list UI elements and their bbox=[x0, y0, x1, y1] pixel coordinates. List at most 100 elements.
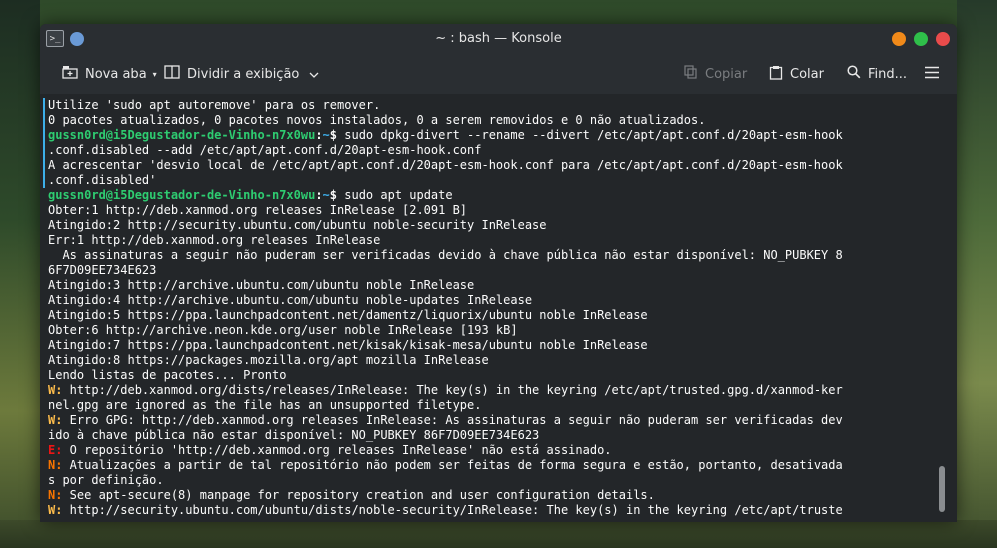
message-tag: W: bbox=[48, 413, 63, 427]
line-text: sudo apt update bbox=[337, 188, 453, 202]
split-view-button[interactable]: Dividir a exibição bbox=[164, 54, 319, 94]
prompt-user-host: gussn0rd@i5Degustador-de-Vinho-n7x0wu bbox=[48, 128, 316, 142]
line-text: Erro GPG: http://deb.xanmod.org releases… bbox=[62, 413, 843, 427]
line-text: Obter:6 http://archive.neon.kde.org/user… bbox=[48, 323, 518, 337]
line-text: Atingido:7 https://ppa.launchpadcontent.… bbox=[48, 338, 648, 352]
search-icon bbox=[847, 65, 861, 83]
desktop-wallpaper-bottom bbox=[0, 520, 997, 548]
line-text: .conf.disabled' bbox=[48, 173, 157, 187]
copy-icon bbox=[684, 65, 698, 83]
terminal-line: As assinaturas a seguir não puderam ser … bbox=[48, 248, 928, 263]
window-title: ~ : bash — Konsole bbox=[435, 31, 562, 46]
prompt-separator: : bbox=[315, 128, 323, 142]
line-text: Atingido:3 http://archive.ubuntu.com/ubu… bbox=[48, 278, 475, 292]
terminal-line: Atingido:3 http://archive.ubuntu.com/ubu… bbox=[48, 278, 928, 293]
message-tag: W: bbox=[48, 503, 63, 517]
terminal-line: N: Atualizações a partir de tal repositó… bbox=[48, 458, 928, 473]
line-text: As assinaturas a seguir não puderam ser … bbox=[48, 248, 843, 262]
terminal-view[interactable]: Utilize 'sudo apt autoremove' para os re… bbox=[40, 94, 957, 522]
terminal-line: Atingido:8 https://packages.mozilla.org/… bbox=[48, 353, 928, 368]
copy-button[interactable]: Copiar bbox=[684, 54, 747, 94]
prompt-path: ~ bbox=[322, 188, 330, 202]
prompt-dollar: $ bbox=[329, 128, 338, 142]
terminal-line: Atingido:2 http://security.ubuntu.com/ub… bbox=[48, 218, 928, 233]
maximize-button[interactable] bbox=[914, 32, 928, 46]
terminal-line: Err:1 http://deb.xanmod.org releases InR… bbox=[48, 233, 928, 248]
line-text: Atingido:5 https://ppa.launchpadcontent.… bbox=[48, 308, 648, 322]
find-label: Find... bbox=[868, 66, 908, 82]
terminal-line: 6F7D09EE734E623 bbox=[48, 263, 928, 278]
find-button[interactable]: Find... bbox=[847, 54, 907, 94]
line-text: Atualizações a partir de tal repositório… bbox=[62, 458, 843, 472]
terminal-line: gussn0rd@i5Degustador-de-Vinho-n7x0wu:~$… bbox=[48, 128, 928, 143]
paste-icon bbox=[769, 65, 783, 84]
terminal-line: ido à chave pública não estar disponível… bbox=[48, 428, 928, 443]
line-text: sudo dpkg-divert --rename --divert /etc/… bbox=[337, 128, 843, 142]
terminal-line: Utilize 'sudo apt autoremove' para os re… bbox=[48, 98, 928, 113]
message-tag: N: bbox=[48, 488, 63, 502]
terminal-line: W: Erro GPG: http://deb.xanmod.org relea… bbox=[48, 413, 928, 428]
message-tag: N: bbox=[48, 458, 63, 472]
prompt-separator: : bbox=[315, 188, 323, 202]
split-view-label: Dividir a exibição bbox=[187, 66, 300, 82]
terminal-line: s por definição. bbox=[48, 473, 928, 488]
new-tab-label: Nova aba bbox=[85, 66, 147, 82]
message-tag: W: bbox=[48, 383, 63, 397]
toolbar: Nova aba ▾ Dividir a exibição Copiar Col… bbox=[40, 54, 957, 94]
chevron-down-icon: ▾ bbox=[152, 69, 157, 79]
terminal-line: 0 pacotes atualizados, 0 pacotes novos i… bbox=[48, 113, 928, 128]
chevron-down-icon bbox=[309, 67, 319, 82]
line-text: A acrescentar 'desvio local de /etc/apt/… bbox=[48, 158, 843, 172]
line-text: Atingido:4 http://archive.ubuntu.com/ubu… bbox=[48, 293, 533, 307]
message-tag: E: bbox=[48, 443, 63, 457]
line-text: Atingido:8 https://packages.mozilla.org/… bbox=[48, 353, 489, 367]
line-text: http://security.ubuntu.com/ubuntu/dists/… bbox=[62, 503, 843, 517]
line-text: .conf.disabled --add /etc/apt/apt.conf.d… bbox=[48, 143, 482, 157]
terminal-line: Lendo listas de pacotes... Pronto bbox=[48, 368, 928, 383]
line-text: ido à chave pública não estar disponível… bbox=[48, 428, 540, 442]
terminal-line: Obter:6 http://archive.neon.kde.org/user… bbox=[48, 323, 928, 338]
desktop-wallpaper-right bbox=[957, 0, 997, 548]
new-tab-icon bbox=[62, 65, 78, 83]
scrollbar[interactable] bbox=[939, 466, 945, 512]
prompt-user-host: gussn0rd@i5Degustador-de-Vinho-n7x0wu bbox=[48, 188, 316, 202]
konsole-window: >_ ~ : bash — Konsole Nova aba ▾ Dividir… bbox=[40, 24, 957, 522]
line-text: s por definição. bbox=[48, 473, 164, 487]
line-text: Obter:1 http://deb.xanmod.org releases I… bbox=[48, 203, 468, 217]
terminal-line: N: See apt-secure(8) manpage for reposit… bbox=[48, 488, 928, 503]
terminal-line: E: O repositório 'http://deb.xanmod.org … bbox=[48, 443, 928, 458]
terminal-line: W: http://deb.xanmod.org/dists/releases/… bbox=[48, 383, 928, 398]
new-tab-button[interactable]: Nova aba ▾ bbox=[62, 54, 157, 94]
terminal-line: .conf.disabled' bbox=[48, 173, 928, 188]
line-text: Err:1 http://deb.xanmod.org releases InR… bbox=[48, 233, 381, 247]
terminal-output[interactable]: Utilize 'sudo apt autoremove' para os re… bbox=[48, 98, 928, 518]
line-text: http://deb.xanmod.org/dists/releases/InR… bbox=[62, 383, 843, 397]
terminal-line: Obter:1 http://deb.xanmod.org releases I… bbox=[48, 203, 928, 218]
terminal-line: nel.gpg are ignored as the file has an u… bbox=[48, 398, 928, 413]
line-text: Utilize 'sudo apt autoremove' para os re… bbox=[48, 98, 381, 112]
prompt-dollar: $ bbox=[329, 188, 338, 202]
terminal-line: Atingido:7 https://ppa.launchpadcontent.… bbox=[48, 338, 928, 353]
title-bar[interactable]: >_ ~ : bash — Konsole bbox=[40, 24, 957, 54]
line-text: nel.gpg are ignored as the file has an u… bbox=[48, 398, 482, 412]
terminal-line: gussn0rd@i5Degustador-de-Vinho-n7x0wu:~$… bbox=[48, 188, 928, 203]
copy-label: Copiar bbox=[705, 66, 748, 82]
minimize-button[interactable] bbox=[892, 32, 906, 46]
line-text: 6F7D09EE734E623 bbox=[48, 263, 157, 277]
paste-button[interactable]: Colar bbox=[769, 54, 824, 94]
terminal-line: Atingido:4 http://archive.ubuntu.com/ubu… bbox=[48, 293, 928, 308]
line-text: Atingido:2 http://security.ubuntu.com/ub… bbox=[48, 218, 547, 232]
hamburger-menu-button[interactable] bbox=[924, 54, 940, 94]
line-text: O repositório 'http://deb.xanmod.org rel… bbox=[62, 443, 612, 457]
line-text: See apt-secure(8) manpage for repository… bbox=[62, 488, 655, 502]
terminal-line: A acrescentar 'desvio local de /etc/apt/… bbox=[48, 158, 928, 173]
split-view-icon bbox=[164, 65, 180, 83]
paste-label: Colar bbox=[790, 66, 824, 82]
line-text: 0 pacotes atualizados, 0 pacotes novos i… bbox=[48, 113, 706, 127]
selection-marker bbox=[43, 98, 45, 188]
terminal-line: Atingido:5 https://ppa.launchpadcontent.… bbox=[48, 308, 928, 323]
desktop-wallpaper-left bbox=[0, 0, 40, 548]
terminal-line: .conf.disabled --add /etc/apt/apt.conf.d… bbox=[48, 143, 928, 158]
close-button[interactable] bbox=[936, 32, 950, 46]
terminal-line: W: http://security.ubuntu.com/ubuntu/dis… bbox=[48, 503, 928, 518]
